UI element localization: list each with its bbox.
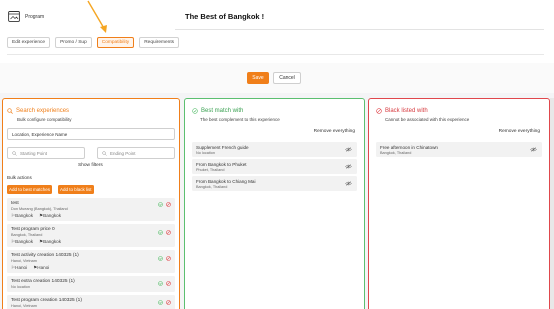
best-match-item[interactable]: Supplement French guide No location xyxy=(192,142,357,157)
starting-point-placeholder: Starting Point xyxy=(20,151,48,156)
show-filters-link[interactable]: Show filters xyxy=(78,163,103,168)
ending-point-input[interactable]: Ending Point xyxy=(97,147,175,159)
cancel-button[interactable]: Cancel xyxy=(273,72,301,84)
best-panel-title-row: Best match with xyxy=(192,108,243,114)
add-best-match-icon[interactable] xyxy=(158,256,163,261)
tab-compatibility[interactable]: Compatibility xyxy=(96,37,135,48)
start-flag-tag: ⚐Hanoi xyxy=(11,265,28,270)
start-flag-tag: ⚐Bangkok xyxy=(11,239,34,244)
search-experiences-panel: Search experiences Bulk configure compat… xyxy=(2,98,180,309)
program-icon xyxy=(8,11,20,22)
program-label: Program xyxy=(25,14,45,20)
experience-item[interactable]: Test activity creation 140325 (1) Hanoi,… xyxy=(7,250,175,273)
title-divider xyxy=(175,29,544,30)
experience-item[interactable]: Test program creation 140325 (1) Hanoi, … xyxy=(7,295,175,309)
hide-icon[interactable] xyxy=(345,147,352,152)
black-list-panel: Black listed with Cannot be associated w… xyxy=(368,98,550,309)
search-input[interactable]: Location, Experience Name xyxy=(7,128,175,140)
add-black-list-icon[interactable] xyxy=(166,281,171,286)
check-circle-icon xyxy=(192,108,198,114)
end-flag-tag: ⚑Hanoi xyxy=(33,265,50,270)
add-to-black-list-button[interactable]: Add to black list xyxy=(58,185,94,194)
best-match-panel: Best match with The best complement to t… xyxy=(184,98,365,309)
experience-item[interactable]: test Don Mueang (Bangkok), Thailand ⚐Ban… xyxy=(7,198,175,221)
item-title: From Bangkok to Phuket xyxy=(196,161,247,167)
best-panel-title: Best match with xyxy=(201,108,244,114)
item-title: Free afternoon in Chinatown xyxy=(380,144,438,150)
add-best-match-icon[interactable] xyxy=(158,281,163,286)
bulk-actions-label: Bulk actions xyxy=(7,175,32,180)
experience-title: Test activity creation 140325 (1) xyxy=(11,253,79,258)
experience-tags: ⚐Hanoi ⚑Hanoi xyxy=(11,265,49,271)
item-location: Phuket, Thailand xyxy=(196,168,225,172)
item-location: Bangkok, Thailand xyxy=(196,185,228,189)
add-to-best-matches-button[interactable]: Add to best matches xyxy=(7,185,53,194)
item-location: No location xyxy=(196,151,215,155)
tab-promo-sup[interactable]: Promo / Sup xyxy=(55,37,92,48)
tab-requirements[interactable]: Requirements xyxy=(139,37,180,48)
end-flag-tag: ⚑Bangkok xyxy=(39,213,62,218)
add-black-list-icon[interactable] xyxy=(166,230,171,235)
best-panel-subtitle: The best complement to this experience xyxy=(200,117,280,122)
search-panel-title-row: Search experiences xyxy=(7,108,69,114)
add-black-list-icon[interactable] xyxy=(166,256,171,261)
add-best-match-icon[interactable] xyxy=(158,202,163,207)
experience-location: Hanoi, Vietnam xyxy=(11,304,37,308)
ending-point-placeholder: Ending Point xyxy=(110,151,136,156)
black-panel-title: Black listed with xyxy=(385,108,428,114)
scrollbar[interactable] xyxy=(550,98,554,309)
tab-edit-experience[interactable]: Edit experience xyxy=(7,37,51,48)
experience-tags: ⚐Bangkok ⚑Bangkok xyxy=(11,213,61,219)
experience-location: Don Mueang (Bangkok), Thailand xyxy=(11,207,68,211)
starting-point-input[interactable]: Starting Point xyxy=(7,147,85,159)
black-list-item[interactable]: Free afternoon in Chinatown Bangkok, Tha… xyxy=(376,142,542,157)
search-panel-title: Search experiences xyxy=(16,108,70,114)
best-match-item[interactable]: From Bangkok to Chiang Mai Bangkok, Thai… xyxy=(192,176,357,191)
add-black-list-icon[interactable] xyxy=(166,202,171,207)
experience-location: No location xyxy=(11,285,30,289)
hide-icon[interactable] xyxy=(345,181,352,186)
best-match-item[interactable]: From Bangkok to Phuket Phuket, Thailand xyxy=(192,159,357,174)
experience-location: Bangkok, Thailand xyxy=(11,233,43,237)
page-title: The Best of Bangkok ! xyxy=(185,12,265,21)
experience-title: Test program creation 140325 (1) xyxy=(11,298,82,303)
search-icon xyxy=(7,108,13,114)
hide-icon[interactable] xyxy=(530,147,537,152)
save-button[interactable]: Save xyxy=(247,72,269,84)
add-best-match-icon[interactable] xyxy=(158,300,163,305)
item-title: From Bangkok to Chiang Mai xyxy=(196,178,256,184)
add-best-match-icon[interactable] xyxy=(158,230,163,235)
tab-bar: Edit experience Promo / Sup Compatibilit… xyxy=(7,37,180,48)
experience-title: Test program price 0 xyxy=(11,227,55,232)
experience-location: Hanoi, Vietnam xyxy=(11,259,37,263)
experience-item[interactable]: Test program price 0 Bangkok, Thailand ⚐… xyxy=(7,224,175,247)
search-icon xyxy=(12,151,17,156)
experience-item[interactable]: Test extra creation 140325 (1) No locati… xyxy=(7,276,175,292)
item-location: Bangkok, Thailand xyxy=(380,151,412,155)
ban-icon xyxy=(376,108,382,114)
tabs-divider xyxy=(7,54,544,55)
end-flag-tag: ⚑Bangkok xyxy=(39,239,62,244)
best-remove-everything-link[interactable]: Remove everything xyxy=(314,129,355,134)
add-black-list-icon[interactable] xyxy=(166,300,171,305)
black-remove-everything-link[interactable]: Remove everything xyxy=(499,129,540,134)
hide-icon[interactable] xyxy=(345,164,352,169)
search-panel-subtitle: Bulk configure compatibility xyxy=(17,117,72,122)
item-title: Supplement French guide xyxy=(196,144,249,150)
black-panel-title-row: Black listed with xyxy=(376,108,428,114)
experience-tags: ⚐Bangkok ⚑Bangkok xyxy=(11,239,61,245)
pointer-arrow-icon xyxy=(87,0,107,33)
experience-title: test xyxy=(11,201,19,206)
search-icon xyxy=(102,151,107,156)
experience-title: Test extra creation 140325 (1) xyxy=(11,279,75,284)
start-flag-tag: ⚐Bangkok xyxy=(11,213,34,218)
black-panel-subtitle: Cannot be associated with this experienc… xyxy=(385,117,470,122)
